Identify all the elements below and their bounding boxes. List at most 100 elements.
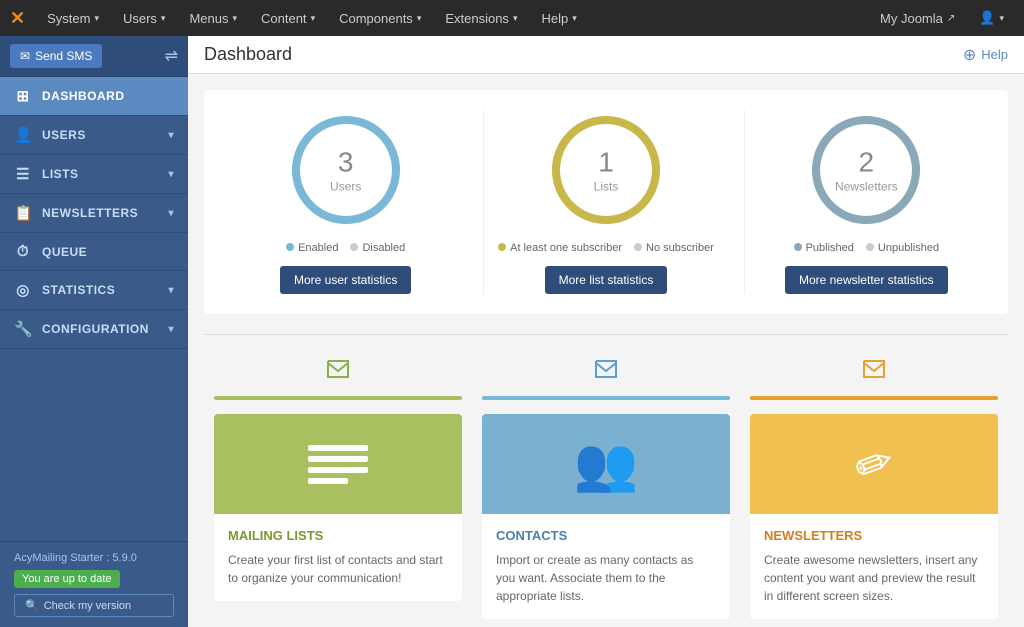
newsletters-tab-icon	[860, 355, 888, 390]
mailing-lists-image	[214, 414, 462, 514]
newsletters-label: Newsletters	[835, 180, 898, 194]
up-to-date-badge: You are up to date	[14, 570, 120, 588]
topnav-components[interactable]: Components ▾	[329, 0, 431, 36]
external-link-icon: ↗	[947, 13, 955, 24]
chevron-down-icon: ▾	[168, 169, 174, 180]
newsletters-image: ✏	[750, 414, 998, 514]
more-list-statistics-button[interactable]: More list statistics	[545, 266, 668, 294]
sidebar-item-lists[interactable]: ☰ LISTS ▾	[0, 155, 188, 194]
newsletters-legend: Published Unpublished	[794, 242, 939, 254]
page-title: Dashboard	[204, 44, 292, 65]
main-content: Dashboard ⊕ Help 3	[188, 36, 1024, 627]
more-user-statistics-button[interactable]: More user statistics	[280, 266, 411, 294]
topnav-content[interactable]: Content ▾	[251, 0, 325, 36]
topnav-menus[interactable]: Menus ▾	[179, 0, 247, 36]
sidebar-item-statistics[interactable]: ◎ STATISTICS ▾	[0, 271, 188, 310]
contacts-card: 👥 CONTACTS Import or create as many cont…	[482, 414, 730, 619]
chevron-down-icon: ▾	[161, 13, 166, 24]
lists-label: Lists	[594, 180, 619, 194]
stats-row: 3 Users Enabled Disabled More user stati…	[204, 90, 1008, 314]
top-navigation: ✕ System ▾ Users ▾ Menus ▾ Content ▾ Com…	[0, 0, 1024, 36]
feature-newsletters: ✏ NEWSLETTERS Create awesome newsletters…	[740, 355, 1008, 619]
joomla-logo: ✕	[10, 8, 25, 29]
pencil-icon: ✏	[847, 432, 902, 496]
configuration-icon: 🔧	[14, 320, 32, 338]
users-circle: 3 Users	[286, 110, 406, 230]
users-icon: 👤	[14, 126, 32, 144]
lists-icon: ☰	[14, 165, 32, 183]
stat-card-lists: 1 Lists At least one subscriber No subsc…	[483, 110, 727, 294]
chevron-down-icon: ▾	[999, 13, 1004, 24]
mailing-lists-title: MAILING LISTS	[228, 528, 448, 543]
chevron-down-icon: ▾	[572, 13, 577, 24]
sms-icon: ✉	[20, 49, 30, 63]
statistics-icon: ◎	[14, 281, 32, 299]
stat-card-users: 3 Users Enabled Disabled More user stati…	[224, 110, 467, 294]
check-version-button[interactable]: 🔍 Check my version	[14, 594, 174, 617]
contacts-text: Import or create as many contacts as you…	[496, 551, 716, 605]
lists-legend: At least one subscriber No subscriber	[498, 242, 714, 254]
queue-icon: ⏱	[14, 243, 32, 260]
account-icon: 👤	[979, 10, 995, 26]
chevron-down-icon: ▾	[168, 208, 174, 219]
sidebar-item-users[interactable]: 👤 USERS ▾	[0, 116, 188, 155]
lists-count: 1	[594, 147, 619, 179]
users-count: 3	[330, 147, 361, 179]
topnav-left: ✕ System ▾ Users ▾ Menus ▾ Content ▾ Com…	[10, 0, 587, 36]
main-header: Dashboard ⊕ Help	[188, 36, 1024, 74]
newsletters-icon: 📋	[14, 204, 32, 222]
feature-contacts: 👥 CONTACTS Import or create as many cont…	[472, 355, 740, 619]
send-sms-button[interactable]: ✉ Send SMS	[10, 44, 102, 68]
mailing-lists-progress-bar	[214, 396, 462, 400]
sidebar-menu: ⊞ DASHBOARD 👤 USERS ▾ ☰ LISTS ▾	[0, 77, 188, 541]
stat-card-newsletters: 2 Newsletters Published Unpublished More…	[744, 110, 988, 294]
chevron-down-icon: ▾	[311, 13, 316, 24]
contacts-progress-bar	[482, 396, 730, 400]
chevron-down-icon: ▾	[94, 13, 99, 24]
sidebar-item-configuration[interactable]: 🔧 CONFIGURATION ▾	[0, 310, 188, 349]
topnav-help[interactable]: Help ▾	[531, 0, 586, 36]
mailing-lists-text: Create your first list of contacts and s…	[228, 551, 448, 587]
contacts-tab-icon	[592, 355, 620, 390]
topnav-my-joomla[interactable]: My Joomla ↗	[870, 0, 965, 36]
contacts-image: 👥	[482, 414, 730, 514]
chevron-down-icon: ▾	[168, 130, 174, 141]
chevron-down-icon: ▾	[232, 13, 237, 24]
list-lines-icon	[298, 435, 378, 494]
mailing-lists-tab-icon	[324, 355, 352, 390]
features-row: MAILING LISTS Create your first list of …	[204, 355, 1008, 619]
topnav-account[interactable]: 👤 ▾	[969, 0, 1014, 36]
section-divider	[204, 334, 1008, 335]
main-body: 3 Users Enabled Disabled More user stati…	[188, 74, 1024, 627]
sidebar-toggle-icon[interactable]: ⇌	[165, 46, 178, 66]
chevron-down-icon: ▾	[168, 285, 174, 296]
newsletters-feature-text: Create awesome newsletters, insert any c…	[764, 551, 984, 605]
users-legend: Enabled Disabled	[286, 242, 405, 254]
feature-mailing-lists: MAILING LISTS Create your first list of …	[204, 355, 472, 601]
newsletters-feature-card: ✏ NEWSLETTERS Create awesome newsletters…	[750, 414, 998, 619]
topnav-users[interactable]: Users ▾	[113, 0, 175, 36]
topnav-extensions[interactable]: Extensions ▾	[435, 0, 527, 36]
help-button[interactable]: ⊕ Help	[963, 45, 1008, 65]
help-circle-icon: ⊕	[963, 45, 976, 65]
newsletters-circle: 2 Newsletters	[806, 110, 926, 230]
chevron-down-icon: ▾	[417, 13, 422, 24]
version-label: AcyMailing Starter : 5.9.0	[14, 552, 174, 564]
newsletters-count: 2	[835, 147, 898, 179]
contacts-title: CONTACTS	[496, 528, 716, 543]
sidebar-item-newsletters[interactable]: 📋 NEWSLETTERS ▾	[0, 194, 188, 233]
sidebar-item-dashboard[interactable]: ⊞ DASHBOARD	[0, 77, 188, 116]
main-layout: ✉ Send SMS ⇌ ⊞ DASHBOARD 👤 USERS ▾	[0, 36, 1024, 627]
topnav-system[interactable]: System ▾	[37, 0, 109, 36]
chevron-down-icon: ▾	[513, 13, 518, 24]
sidebar: ✉ Send SMS ⇌ ⊞ DASHBOARD 👤 USERS ▾	[0, 36, 188, 627]
people-icon: 👥	[574, 434, 639, 495]
mailing-lists-card: MAILING LISTS Create your first list of …	[214, 414, 462, 601]
more-newsletter-statistics-button[interactable]: More newsletter statistics	[785, 266, 948, 294]
sidebar-item-queue[interactable]: ⏱ QUEUE	[0, 233, 188, 271]
users-label: Users	[330, 180, 361, 194]
sidebar-top: ✉ Send SMS ⇌	[0, 36, 188, 77]
lists-circle: 1 Lists	[546, 110, 666, 230]
dashboard-icon: ⊞	[14, 87, 32, 105]
sidebar-footer: AcyMailing Starter : 5.9.0 You are up to…	[0, 541, 188, 627]
